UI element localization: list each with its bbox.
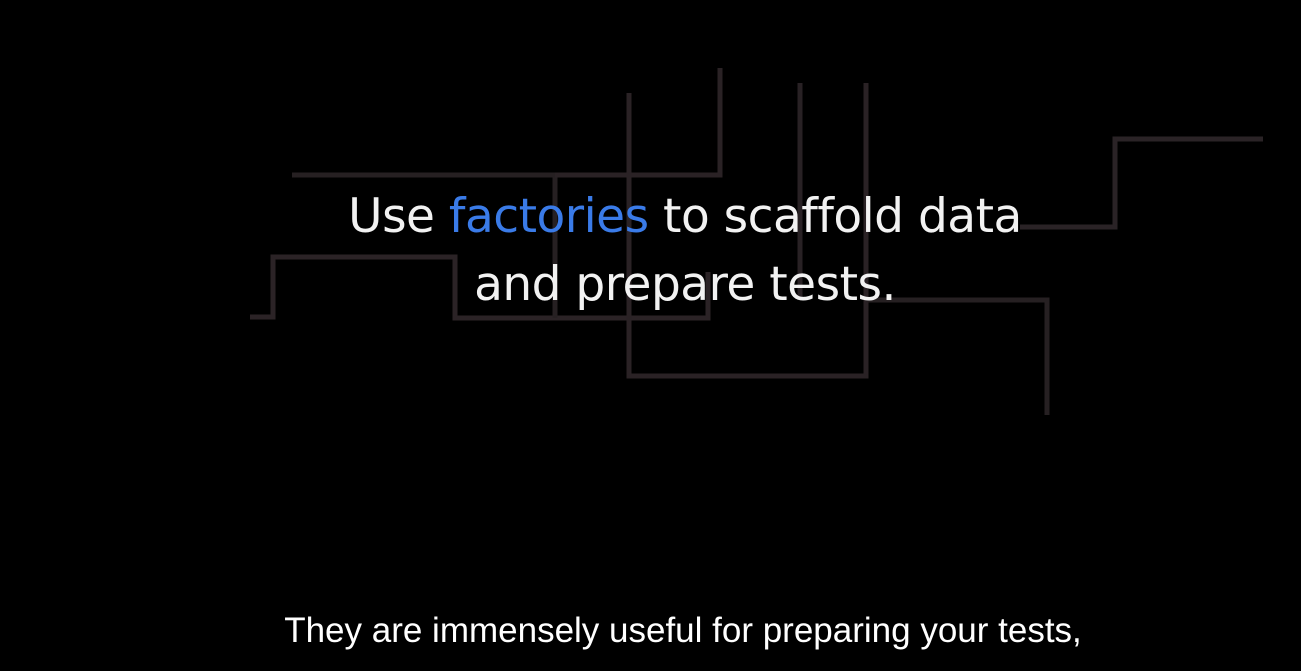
headline-line-1: Use factories to scaffold data xyxy=(0,183,1301,251)
headline-text: Use xyxy=(348,189,449,244)
circuit-line xyxy=(555,68,723,178)
circuit-lines-decoration xyxy=(250,68,1263,415)
headline-text: to scaffold data xyxy=(648,189,1022,244)
slide-headline: Use factories to scaffold data and prepa… xyxy=(0,183,1301,319)
subtitle-caption: They are immensely useful for preparing … xyxy=(284,611,1082,650)
headline-line-2: and prepare tests. xyxy=(474,257,896,312)
headline-accent-word: factories xyxy=(448,189,649,244)
video-frame[interactable]: Use factories to scaffold data and prepa… xyxy=(0,0,1301,671)
